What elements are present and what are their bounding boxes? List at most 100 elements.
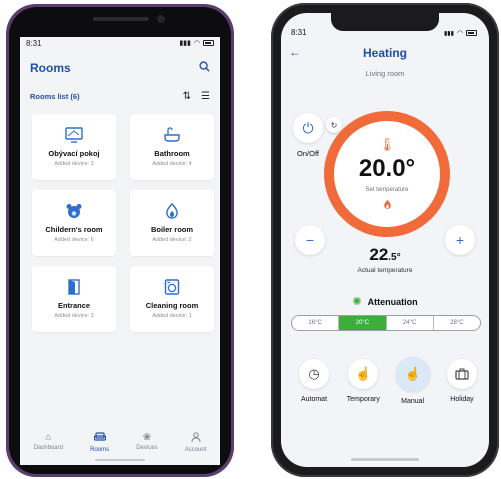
room-name: Childern's room [45, 225, 103, 234]
hand-timer-icon: ☝ [348, 359, 379, 389]
signal-icon: ▮▮▮ [179, 40, 191, 47]
mode-label: Manual [401, 398, 425, 405]
nav-rooms[interactable]: Rooms [90, 432, 109, 453]
room-card[interactable]: Cleaning room Added device: 1 [130, 266, 214, 332]
room-devices: Added device: 2 [152, 237, 192, 243]
attenuation-selector: 16°C 20°C 24°C 28°C [291, 315, 481, 331]
actual-temperature: 22.5° Actual temperature [281, 245, 489, 274]
temperature-dial[interactable]: ↻ 🌡 20.0° Set temperature [324, 111, 450, 237]
rooms-screen: 8:31 ▮▮▮ ◠ Rooms Rooms list (6) ⇅ ☰ Obýv… [20, 37, 220, 465]
mode-selector: ◷ Automat ☝ Temporary ☝ Manual Holiday [291, 357, 485, 405]
list-tools: ⇅ ☰ [183, 91, 210, 102]
room-card[interactable]: Obývací pokoj Added device: 3 [32, 114, 116, 180]
mode-label: Temporary [346, 396, 380, 403]
set-temperature-label: Set temperature [365, 187, 409, 193]
actual-decimal: .5° [388, 252, 401, 263]
nav-account[interactable]: Account [184, 432, 207, 453]
search-icon[interactable] [199, 61, 210, 75]
attenuation-option[interactable]: 20°C [339, 316, 387, 330]
room-devices: Added device: 3 [54, 313, 94, 319]
attenuation-header: ✺ Attenuation [281, 295, 489, 308]
mode-manual[interactable]: ☝ Manual [390, 357, 436, 405]
front-camera [157, 15, 165, 23]
room-card[interactable]: Entrance Added device: 3 [32, 266, 116, 332]
page-title: Rooms [30, 61, 71, 75]
mode-automat[interactable]: ◷ Automat [291, 359, 337, 405]
home-indicator [351, 458, 419, 461]
notch [331, 13, 439, 31]
room-name: Obývací pokoj [48, 149, 100, 158]
rooms-grid: Obývací pokoj Added device: 3 Bathroom A… [20, 102, 220, 332]
room-devices: Added device: 6 [54, 237, 94, 243]
room-name: Bathroom [154, 149, 190, 158]
rotate-icon: ↻ [330, 120, 338, 130]
actual-integer: 22 [369, 245, 389, 264]
mode-holiday[interactable]: Holiday [439, 359, 485, 405]
power-label: On/Off [297, 149, 319, 158]
status-bar: 8:31 ▮▮▮ ◠ [20, 37, 220, 49]
nav-label: Dashboard [33, 445, 63, 451]
stage: 8:31 ▮▮▮ ◠ Rooms Rooms list (6) ⇅ ☰ Obýv… [0, 0, 501, 479]
rooms-list-label: Rooms list (6) [30, 92, 80, 101]
user-icon [191, 432, 201, 445]
attenuation-option[interactable]: 16°C [292, 316, 340, 330]
nav-devices[interactable]: ❀ Devices [136, 432, 157, 453]
status-time: 8:31 [26, 38, 42, 48]
page-title: Heating [362, 46, 407, 60]
sun-icon: ✺ [352, 296, 362, 308]
room-devices: Added device: 3 [54, 161, 94, 167]
rooms-header: Rooms [20, 49, 220, 75]
iphone: 8:31 ▮▮▮ ◠ ← Heating Living room ⏻ On/Of… [271, 3, 499, 477]
hand-pointer-icon: ☝ [395, 357, 430, 391]
suitcase-icon [446, 359, 477, 389]
mode-label: Automat [300, 396, 328, 403]
phone-bezel: 8:31 ▮▮▮ ◠ Rooms Rooms list (6) ⇅ ☰ Obýv… [9, 7, 231, 474]
mode-temporary[interactable]: ☝ Temporary [340, 359, 386, 405]
thermometer-icon: 🌡 [378, 137, 396, 152]
bottom-nav: ⌂ Dashboard Rooms ❀ Devices Account [20, 432, 220, 453]
attenuation-option[interactable]: 24°C [387, 316, 434, 330]
room-card[interactable]: Boiler room Added device: 2 [130, 190, 214, 256]
attenuation-label: Attenuation [367, 296, 418, 307]
status-icons: ▮▮▮ ◠ [444, 29, 477, 37]
room-name: Cleaning room [145, 301, 199, 310]
actual-temperature-value: 22.5° [281, 245, 489, 265]
dial-handle[interactable]: ↻ [326, 117, 342, 133]
room-devices: Added device: 4 [152, 161, 192, 167]
flame-icon [165, 203, 179, 221]
room-devices: Added device: 1 [152, 313, 192, 319]
nav-label: Devices [136, 445, 158, 451]
teddy-bear-icon [65, 203, 83, 221]
rooms-list-bar: Rooms list (6) ⇅ ☰ [20, 75, 220, 102]
power-control: ⏻ On/Off [293, 113, 323, 158]
nav-dashboard[interactable]: ⌂ Dashboard [34, 432, 63, 453]
wifi-icon: ◠ [456, 30, 463, 37]
status-icons: ▮▮▮ ◠ [179, 39, 214, 47]
room-card[interactable]: Childern's room Added device: 6 [32, 190, 116, 256]
home-icon: ⌂ [45, 432, 52, 443]
room-name: Entrance [57, 301, 91, 310]
room-card[interactable]: Bathroom Added device: 4 [130, 114, 214, 180]
washing-machine-icon [164, 279, 180, 297]
nav-label: Rooms [90, 447, 110, 453]
wifi-icon: ◠ [193, 40, 200, 47]
list-view-icon[interactable]: ☰ [201, 91, 210, 102]
power-icon: ⏻ [302, 119, 314, 136]
attenuation-option[interactable]: 28°C [434, 316, 480, 330]
home-indicator [95, 459, 145, 461]
clock-icon: ◷ [299, 359, 329, 389]
earpiece [93, 17, 149, 21]
battery-icon [466, 30, 477, 36]
android-phone: 8:31 ▮▮▮ ◠ Rooms Rooms list (6) ⇅ ☰ Obýv… [6, 4, 234, 477]
bathtub-icon [163, 127, 181, 145]
heating-screen: 8:31 ▮▮▮ ◠ ← Heating Living room ⏻ On/Of… [281, 13, 489, 467]
devices-icon: ❀ [142, 432, 152, 443]
nav-label: Account [184, 447, 207, 453]
actual-temperature-label: Actual temperature [357, 267, 413, 274]
power-button[interactable]: ⏻ [293, 113, 323, 143]
back-arrow-icon[interactable]: ← [289, 45, 301, 59]
status-time: 8:31 [291, 28, 307, 37]
sort-icon[interactable]: ⇅ [183, 91, 191, 102]
room-subtitle: Living room [365, 69, 405, 78]
heating-header: ← Heating [281, 41, 489, 65]
